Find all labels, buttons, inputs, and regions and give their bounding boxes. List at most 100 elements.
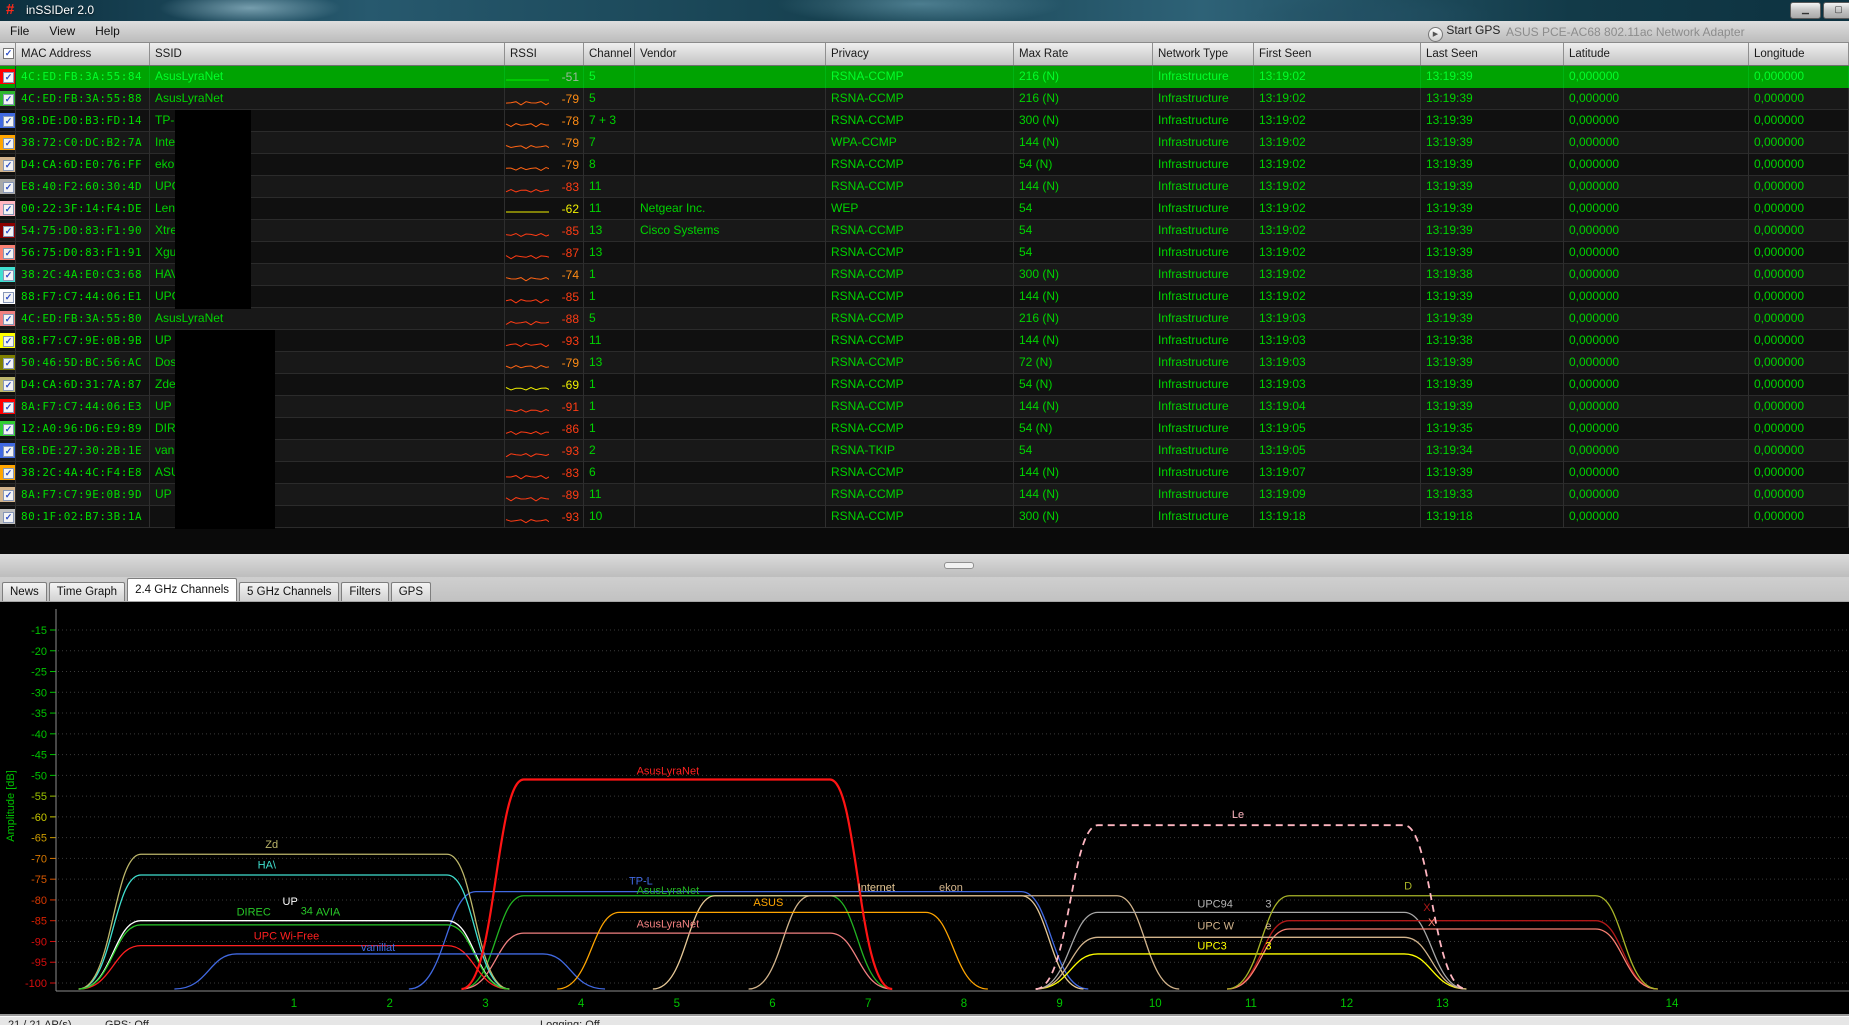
table-row[interactable]: ✓E8:40:F2:60:30:4DUPC-8311RSNA-CCMP144 (… <box>0 176 1849 198</box>
row-checkbox[interactable]: ✓ <box>3 94 14 105</box>
table-row[interactable]: ✓88:F7:C7:9E:0B:9BUP-9311RSNA-CCMP144 (N… <box>0 330 1849 352</box>
column-header-checkbox[interactable]: ✓ <box>0 43 16 65</box>
row-checkbox[interactable]: ✓ <box>3 270 14 281</box>
row-checkbox[interactable]: ✓ <box>3 468 14 479</box>
cell-privacy: RSNA-CCMP <box>826 396 1014 418</box>
row-checkbox[interactable]: ✓ <box>3 226 14 237</box>
table-row[interactable]: ✓80:1F:02:B7:3B:1A-9310RSNA-CCMP300 (N)I… <box>0 506 1849 528</box>
row-color-swatch: ✓ <box>0 88 16 110</box>
splitter-handle[interactable] <box>944 562 974 569</box>
cell-longitude: 0,000000 <box>1749 462 1849 484</box>
column-header-vendor[interactable]: Vendor <box>635 43 826 65</box>
table-row[interactable]: ✓38:2C:4A:4C:F4:E8ASU-836RSNA-CCMP144 (N… <box>0 462 1849 484</box>
table-row[interactable]: ✓4C:ED:FB:3A:55:84AsusLyraNet-515RSNA-CC… <box>0 66 1849 88</box>
cell-ssid: AsusLyraNet <box>150 88 505 110</box>
table-row[interactable]: ✓12:A0:96:D6:E9:89DIR-861RSNA-CCMP54 (N)… <box>0 418 1849 440</box>
row-checkbox[interactable]: ✓ <box>3 490 14 501</box>
row-checkbox[interactable]: ✓ <box>3 72 14 83</box>
cell-network-type: Infrastructure <box>1153 198 1254 220</box>
cell-latitude: 0,000000 <box>1564 440 1749 462</box>
row-checkbox[interactable]: ✓ <box>3 380 14 391</box>
row-checkbox[interactable]: ✓ <box>3 358 14 369</box>
cell-ssid: AsusLyraNet <box>150 308 505 330</box>
column-header-channel[interactable]: Channel <box>584 43 635 65</box>
start-gps-button[interactable]: ▶ Start GPS <box>1428 23 1500 41</box>
column-header-max-rate[interactable]: Max Rate <box>1014 43 1153 65</box>
column-header-mac-address[interactable]: MAC Address <box>16 43 150 65</box>
cell-latitude: 0,000000 <box>1564 198 1749 220</box>
cell-first-seen: 13:19:05 <box>1254 418 1421 440</box>
column-header-network-type[interactable]: Network Type <box>1153 43 1254 65</box>
tab-time-graph[interactable]: Time Graph <box>49 582 125 601</box>
cell-rssi: -62 <box>505 198 584 220</box>
table-row[interactable]: ✓38:2C:4A:E0:C3:68HAV-741RSNA-CCMP300 (N… <box>0 264 1849 286</box>
row-checkbox[interactable]: ✓ <box>3 204 14 215</box>
row-checkbox[interactable]: ✓ <box>3 314 14 325</box>
row-checkbox[interactable]: ✓ <box>3 182 14 193</box>
row-color-swatch: ✓ <box>0 462 16 484</box>
row-color-swatch: ✓ <box>0 264 16 286</box>
cell-rssi: -74 <box>505 264 584 286</box>
table-row[interactable]: ✓54:75:D0:83:F1:90Xtre-8513Cisco Systems… <box>0 220 1849 242</box>
network-color-swatch: ✓ <box>0 245 15 260</box>
row-checkbox[interactable]: ✓ <box>3 336 14 347</box>
cell-network-type: Infrastructure <box>1153 484 1254 506</box>
table-row[interactable]: ✓E8:DE:27:30:2B:1Evan-932RSNA-TKIP54Infr… <box>0 440 1849 462</box>
title-bar[interactable]: # inSSIDer 2.0 ▁ ▢ <box>0 0 1849 21</box>
rssi-sparkline <box>505 405 549 418</box>
column-header-last-seen[interactable]: Last Seen <box>1421 43 1564 65</box>
row-checkbox[interactable]: ✓ <box>3 512 14 523</box>
cell-privacy: RSNA-CCMP <box>826 286 1014 308</box>
row-checkbox[interactable]: ✓ <box>3 160 14 171</box>
table-row[interactable]: ✓50:46:5D:BC:56:ACDos-7913RSNA-CCMP72 (N… <box>0 352 1849 374</box>
column-header-rssi[interactable]: RSSI <box>505 43 584 65</box>
table-row[interactable]: ✓4C:ED:FB:3A:55:88AsusLyraNet-795RSNA-CC… <box>0 88 1849 110</box>
row-checkbox[interactable]: ✓ <box>3 292 14 303</box>
column-header-latitude[interactable]: Latitude <box>1564 43 1749 65</box>
select-all-checkbox[interactable]: ✓ <box>3 48 14 59</box>
network-curve <box>461 896 892 989</box>
row-checkbox[interactable]: ✓ <box>3 248 14 259</box>
menu-item-file[interactable]: File <box>0 21 39 38</box>
cell-privacy: RSNA-CCMP <box>826 110 1014 132</box>
tab-news[interactable]: News <box>2 582 47 601</box>
table-row[interactable]: ✓8A:F7:C7:9E:0B:9DUP-8911RSNA-CCMP144 (N… <box>0 484 1849 506</box>
column-header-privacy[interactable]: Privacy <box>826 43 1014 65</box>
cell-max-rate: 54 (N) <box>1014 418 1153 440</box>
cell-first-seen: 13:19:07 <box>1254 462 1421 484</box>
menu-item-view[interactable]: View <box>39 21 85 38</box>
start-gps-label: Start GPS <box>1446 23 1500 37</box>
menu-item-help[interactable]: Help <box>85 21 130 38</box>
tab-gps[interactable]: GPS <box>391 582 431 601</box>
y-tick-label: -100 <box>25 978 47 990</box>
column-header-ssid[interactable]: SSID <box>150 43 505 65</box>
row-checkbox[interactable]: ✓ <box>3 402 14 413</box>
x-tick-label: 9 <box>1056 998 1062 1010</box>
row-color-swatch: ✓ <box>0 198 16 220</box>
row-color-swatch: ✓ <box>0 176 16 198</box>
table-row[interactable]: ✓38:72:C0:DC:B2:7AInter-797WPA-CCMP144 (… <box>0 132 1849 154</box>
table-row[interactable]: ✓8A:F7:C7:44:06:E3UP-911RSNA-CCMP144 (N)… <box>0 396 1849 418</box>
tab-2-4-ghz-channels[interactable]: 2.4 GHz Channels <box>127 578 237 601</box>
table-row[interactable]: ✓56:75:D0:83:F1:91Xgue-8713RSNA-CCMP54In… <box>0 242 1849 264</box>
maximize-button[interactable]: ▢ <box>1823 2 1849 19</box>
cell-latitude: 0,000000 <box>1564 418 1749 440</box>
table-row[interactable]: ✓4C:ED:FB:3A:55:80AsusLyraNet-885RSNA-CC… <box>0 308 1849 330</box>
column-header-first-seen[interactable]: First Seen <box>1254 43 1421 65</box>
cell-channel: 11 <box>584 176 635 198</box>
table-row[interactable]: ✓00:22:3F:14:F4:DELenk-6211Netgear Inc.W… <box>0 198 1849 220</box>
row-checkbox[interactable]: ✓ <box>3 446 14 457</box>
row-checkbox[interactable]: ✓ <box>3 424 14 435</box>
column-header-longitude[interactable]: Longitude <box>1749 43 1849 65</box>
tab-5-ghz-channels[interactable]: 5 GHz Channels <box>239 582 339 601</box>
row-checkbox[interactable]: ✓ <box>3 138 14 149</box>
row-checkbox[interactable]: ✓ <box>3 116 14 127</box>
table-row[interactable]: ✓D4:CA:6D:31:7A:87Zde-691RSNA-CCMP54 (N)… <box>0 374 1849 396</box>
cell-longitude: 0,000000 <box>1749 66 1849 88</box>
tab-filters[interactable]: Filters <box>341 582 388 601</box>
cell-rssi: -79 <box>505 132 584 154</box>
table-row[interactable]: ✓88:F7:C7:44:06:E1UPC-851RSNA-CCMP144 (N… <box>0 286 1849 308</box>
minimize-button[interactable]: ▁ <box>1790 2 1821 19</box>
table-row[interactable]: ✓98:DE:D0:B3:FD:14TP-L-787 + 3RSNA-CCMP3… <box>0 110 1849 132</box>
table-row[interactable]: ✓D4:CA:6D:E0:76:FFekon-798RSNA-CCMP54 (N… <box>0 154 1849 176</box>
